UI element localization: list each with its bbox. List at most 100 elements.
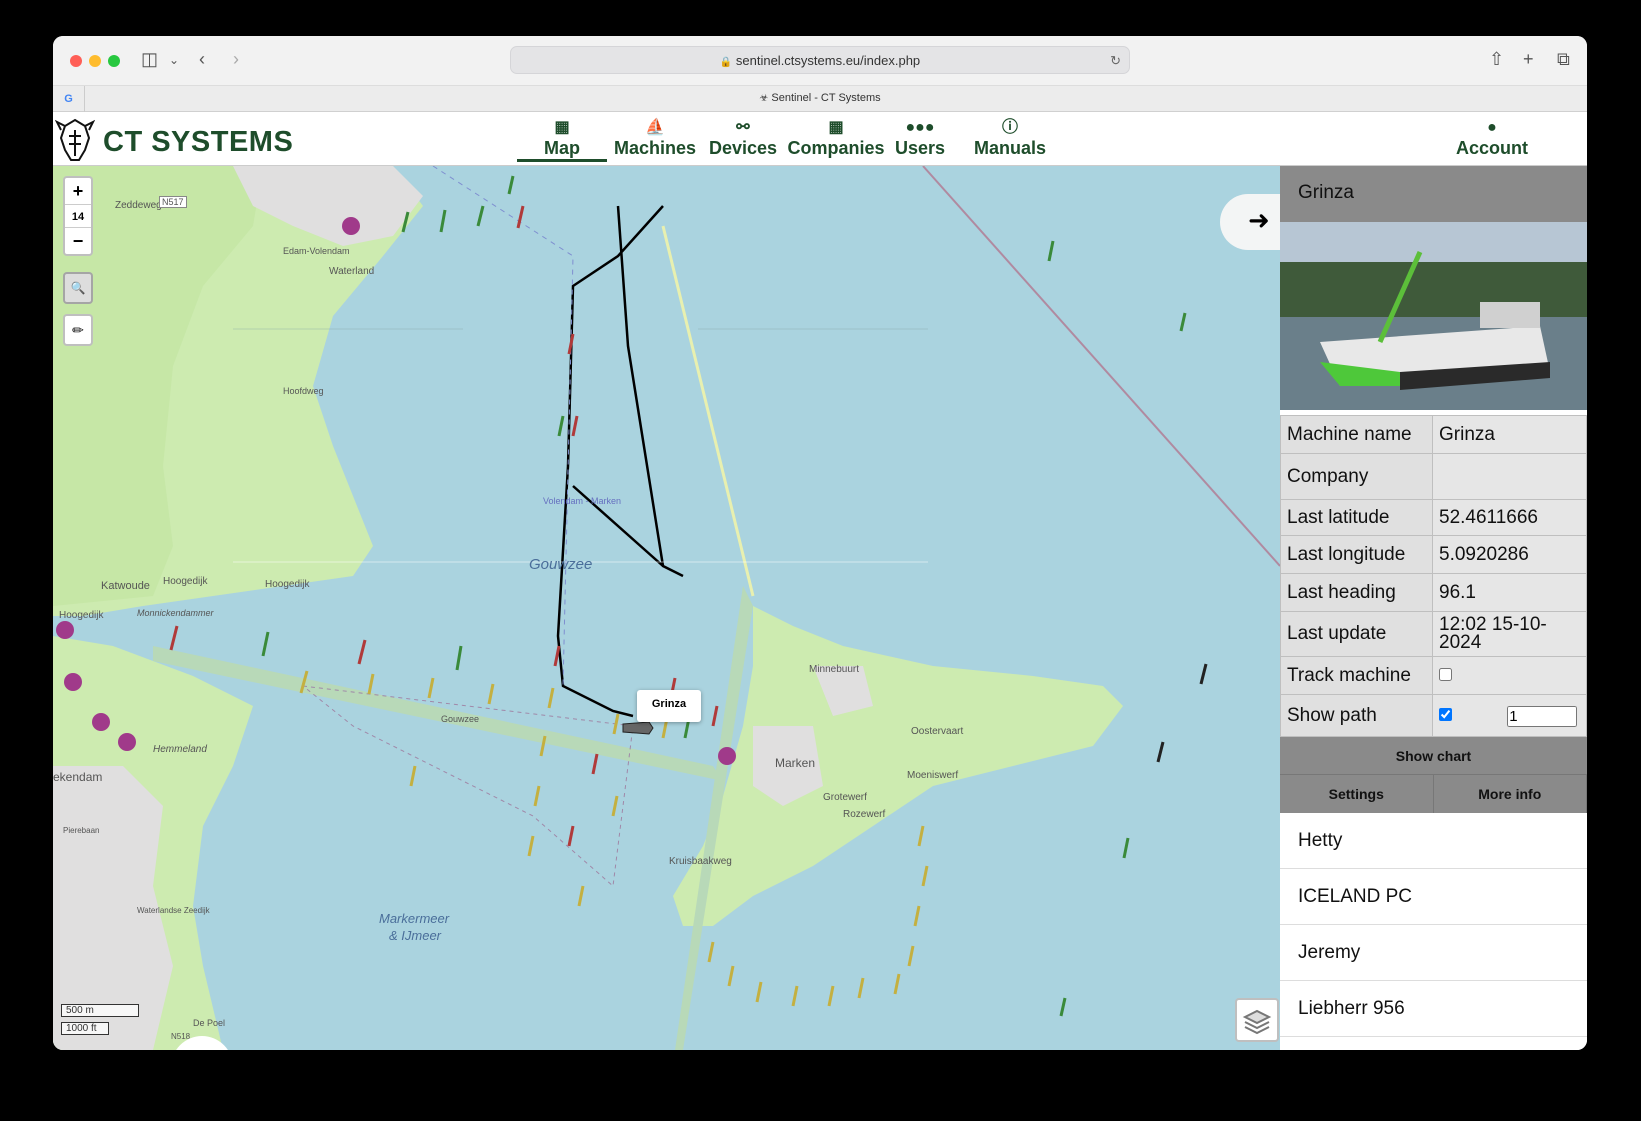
chevron-down-icon[interactable]: ⌄ xyxy=(169,53,179,67)
map-label-de-poel: De Poel xyxy=(193,1018,226,1028)
nav-devices[interactable]: ⚯ Devices xyxy=(705,118,781,159)
map-label-moeniswerf: Moeniswerf xyxy=(907,770,959,781)
viking-logo-icon[interactable] xyxy=(55,116,95,162)
map-label-hoofdweg: Hoofdweg xyxy=(283,386,324,396)
zoom-in-button[interactable]: + xyxy=(65,178,91,204)
map-label-rozewerf: Rozewerf xyxy=(843,809,886,820)
map-label-pierebaan: Pierebaan xyxy=(63,826,100,835)
road-n517-badge: N517 xyxy=(159,196,187,208)
sidebar-icon[interactable]: ◫ xyxy=(141,49,158,70)
measure-button[interactable]: ✏ xyxy=(63,314,93,346)
show-path-key: Show path xyxy=(1280,694,1433,737)
minimize-window-button[interactable] xyxy=(89,55,101,67)
nav-manuals[interactable]: ⓘ Manuals xyxy=(969,118,1051,159)
update-value: 12:02 15-10-2024 xyxy=(1432,611,1587,657)
ship-popup[interactable]: Grinza xyxy=(637,690,701,722)
usb-icon: ⚯ xyxy=(736,119,750,136)
back-icon[interactable]: ‹ xyxy=(199,49,205,70)
heading-value: 96.1 xyxy=(1432,573,1587,612)
show-path-cell xyxy=(1432,694,1587,737)
row-show-path: Show path xyxy=(1280,694,1587,737)
url-bar[interactable]: 🔒 sentinel.ctsystems.eu/index.php ↻ xyxy=(510,46,1130,74)
machine-list-item[interactable]: ICELAND PC xyxy=(1280,869,1587,925)
map-label-zeddeweg: Zeddeweg xyxy=(115,200,162,211)
ruler-icon: ✏ xyxy=(72,322,84,338)
map-canvas[interactable]: Gouwzee Markermeer & IJmeer Marken Minne… xyxy=(53,166,1280,1050)
row-company: Company xyxy=(1280,453,1587,500)
map-label-waterlandse: Waterlandse Zeedijk xyxy=(137,906,210,915)
browser-toolbar: ◫ ⌄ ‹ › 🔒 sentinel.ctsystems.eu/index.ph… xyxy=(53,36,1587,86)
nav-map[interactable]: ▦ Map xyxy=(517,118,607,162)
map-label-hoogedijk-3: Hoogedijk xyxy=(59,610,104,621)
share-icon[interactable]: ⇧ xyxy=(1489,49,1504,70)
machine-photo xyxy=(1280,222,1587,410)
map-label-waterland: Waterland xyxy=(329,266,375,277)
zoom-level: 14 xyxy=(65,204,91,228)
tab-title: Sentinel - CT Systems xyxy=(771,92,881,104)
more-info-button[interactable]: More info xyxy=(1433,775,1587,813)
scale-feet: 1000 ft xyxy=(61,1022,109,1035)
scale-meters: 500 m xyxy=(61,1004,139,1017)
magnifier-icon: 🔍 xyxy=(70,281,86,295)
map-label-hemmeland: Hemmeland xyxy=(153,744,207,755)
map-label-gouwzee-small: Gouwzee xyxy=(441,714,480,724)
new-tab-icon[interactable]: + xyxy=(1523,49,1534,70)
nav-users-label: Users xyxy=(894,138,946,158)
map-label-hoogedijk-2: Hoogedijk xyxy=(265,579,310,590)
latitude-key: Last latitude xyxy=(1280,499,1433,536)
map-label-edam: ekendam xyxy=(53,770,103,784)
longitude-key: Last longitude xyxy=(1280,535,1433,574)
machine-list-item[interactable]: Jeremy xyxy=(1280,925,1587,981)
machine-info-table: Machine name Grinza Company Last latitud… xyxy=(1280,415,1587,737)
maximize-window-button[interactable] xyxy=(108,55,120,67)
nav-machines[interactable]: ⛵ Machines xyxy=(609,118,701,159)
lock-icon: 🔒 xyxy=(719,57,733,68)
brand-title[interactable]: CT SYSTEMS xyxy=(103,126,293,159)
nav-account[interactable]: ● Account xyxy=(1451,118,1533,159)
zoom-box-button[interactable]: 🔍 xyxy=(63,272,93,304)
map-background[interactable] xyxy=(53,166,1280,1050)
reload-icon[interactable]: ↻ xyxy=(1110,47,1121,74)
ship-icon: ⛵ xyxy=(645,119,665,136)
map-label-marken: Marken xyxy=(775,756,816,770)
url-text: sentinel.ctsystems.eu/index.php xyxy=(735,53,921,68)
machine-list-item[interactable]: Hetty xyxy=(1280,813,1587,869)
zoom-out-button[interactable]: − xyxy=(65,228,91,254)
forward-icon[interactable]: › xyxy=(233,49,239,70)
map-icon: ▦ xyxy=(554,119,570,136)
map-label-hoogedijk: Hoogedijk xyxy=(163,576,208,587)
collapse-panel-button[interactable]: ➜ xyxy=(1220,194,1280,250)
nav-companies[interactable]: ▦ Companies xyxy=(785,118,887,159)
row-last-latitude: Last latitude 52.4611666 xyxy=(1280,499,1587,536)
map-label-edam-volendam: Edam-Volendam xyxy=(283,246,350,256)
show-chart-button[interactable]: Show chart xyxy=(1280,737,1587,775)
machine-panel: Grinza Machine name Grinza Company Last … xyxy=(1280,166,1587,1050)
track-machine-checkbox[interactable] xyxy=(1439,667,1452,681)
machine-name-key: Machine name xyxy=(1280,415,1433,454)
panel-title: Grinza xyxy=(1280,166,1587,222)
machine-list-item[interactable]: Liebherr 956 xyxy=(1280,981,1587,1037)
map-label-oostervaart: Oostervaart xyxy=(911,726,964,737)
tab-overview-icon[interactable]: ⧉ xyxy=(1557,49,1570,70)
map-label-volendam-marken: Volendam - Marken xyxy=(543,496,622,506)
row-last-longitude: Last longitude 5.0920286 xyxy=(1280,535,1587,574)
layers-icon xyxy=(1242,1009,1272,1035)
map-label-monnickendammer: Monnickendammer xyxy=(137,608,214,618)
update-key: Last update xyxy=(1280,611,1433,657)
show-path-days-input[interactable] xyxy=(1507,705,1578,727)
longitude-value: 5.0920286 xyxy=(1432,535,1587,574)
tab-bar: G ☣ Sentinel - CT Systems xyxy=(53,86,1587,112)
zoom-control: + 14 − xyxy=(63,176,93,256)
settings-button[interactable]: Settings xyxy=(1280,775,1434,813)
arrow-right-icon: ➜ xyxy=(1248,205,1270,235)
map-label-minnebuurt: Minnebuurt xyxy=(809,664,860,675)
latitude-value: 52.4611666 xyxy=(1432,499,1587,536)
row-track-machine: Track machine xyxy=(1280,656,1587,695)
nav-users[interactable]: ●●● Users xyxy=(891,118,949,159)
close-window-button[interactable] xyxy=(70,55,82,67)
layers-button[interactable] xyxy=(1235,998,1279,1042)
row-last-heading: Last heading 96.1 xyxy=(1280,573,1587,612)
show-path-checkbox[interactable] xyxy=(1439,707,1452,721)
active-tab[interactable]: ☣ Sentinel - CT Systems xyxy=(53,92,1587,104)
app-navbar: CT SYSTEMS ▦ Map ⛵ Machines ⚯ Devices ▦ … xyxy=(53,112,1587,166)
